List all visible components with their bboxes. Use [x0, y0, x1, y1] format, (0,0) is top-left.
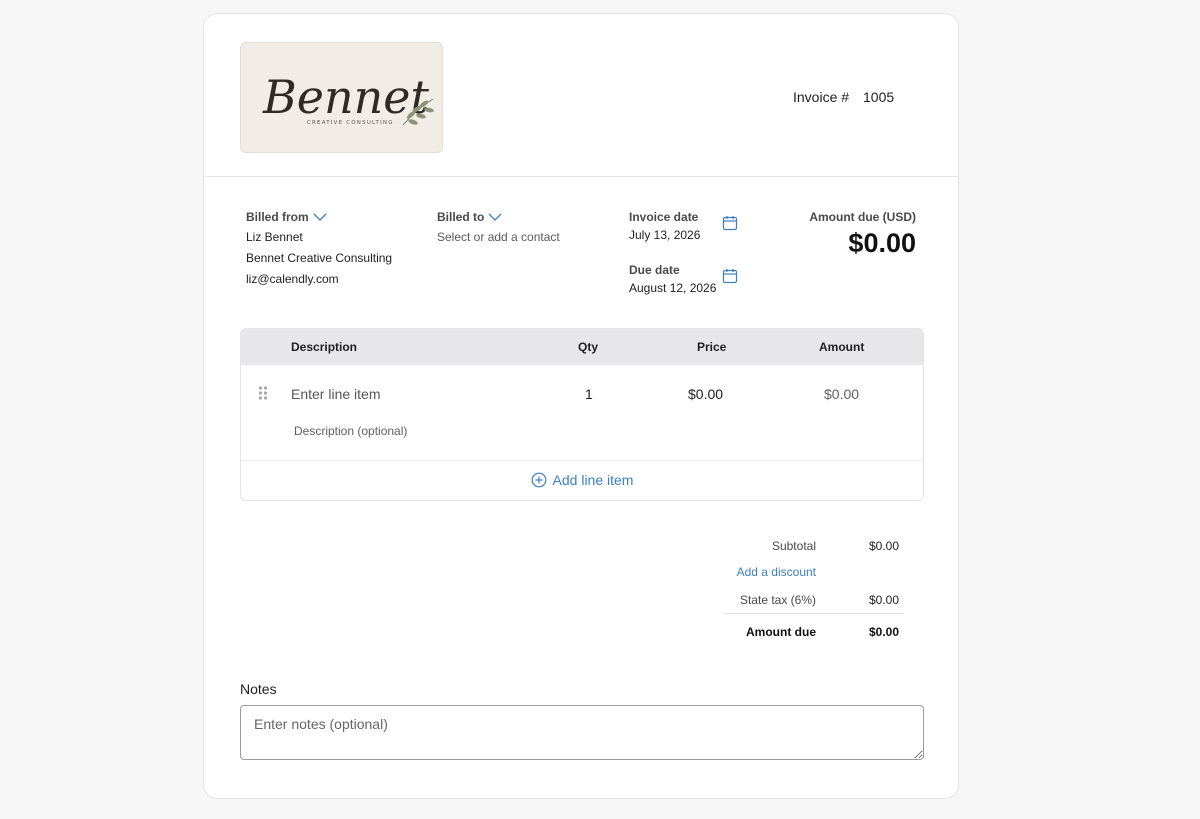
line-item-description-input[interactable]: Enter line item: [291, 386, 380, 402]
discount-row: Add a discount: [204, 565, 958, 585]
subtotal-value: $0.00: [868, 539, 899, 553]
amount-due-total-value: $0.00: [868, 625, 899, 639]
column-header-qty: Qty: [578, 340, 599, 354]
amount-due-label: Amount due (USD): [809, 210, 916, 224]
add-discount-link[interactable]: Add a discount: [737, 565, 816, 579]
tax-label: State tax (6%): [739, 593, 816, 607]
logo-wordmark: Bennet: [262, 70, 430, 124]
notes-textarea[interactable]: [240, 705, 924, 760]
billed-from-section: Billed from Liz Bennet Bennet Creative C…: [246, 210, 392, 286]
billed-from-name: Liz Bennet: [246, 230, 303, 244]
column-header-amount: Amount: [819, 340, 865, 354]
invoice-number-label: Invoice #: [793, 89, 850, 105]
line-item-description-optional[interactable]: Description (optional): [294, 424, 407, 438]
add-line-item-button[interactable]: Add line item: [241, 460, 923, 500]
billed-from-email: liz@calendly.com: [246, 272, 339, 286]
notes-label: Notes: [240, 681, 277, 697]
line-items-table: Description Qty Price Amount Enter line …: [240, 328, 924, 501]
line-item-amount: $0.00: [824, 386, 860, 402]
due-date-field[interactable]: Due date August 12, 2026: [629, 263, 749, 295]
billed-to-dropdown[interactable]: Billed to: [437, 210, 560, 224]
drag-handle-icon[interactable]: [258, 385, 268, 401]
billed-to-placeholder[interactable]: Select or add a contact: [437, 230, 560, 244]
billed-to-label: Billed to: [437, 210, 485, 224]
subtotal-label: Subtotal: [771, 539, 816, 553]
billed-from-company: Bennet Creative Consulting: [246, 251, 393, 265]
invoice-number-value[interactable]: 1005: [863, 89, 894, 105]
calendar-icon[interactable]: [722, 268, 738, 284]
amount-due-value: $0.00: [848, 228, 916, 258]
invoice-date-field[interactable]: Invoice date July 13, 2026: [629, 210, 749, 242]
tax-row: State tax (6%) $0.00: [204, 593, 958, 613]
tax-value: $0.00: [868, 593, 899, 607]
chevron-down-icon: [313, 213, 327, 221]
line-item-qty[interactable]: 1: [585, 386, 593, 402]
line-items-header: Description Qty Price Amount: [241, 329, 923, 365]
company-logo[interactable]: Bennet CREATIVE CONSULTING: [240, 42, 443, 153]
line-item-row: Enter line item Description (optional) 1…: [241, 365, 923, 461]
subtotal-row: Subtotal $0.00: [204, 539, 958, 559]
column-header-description: Description: [291, 340, 358, 354]
logo-artwork: Bennet CREATIVE CONSULTING: [262, 70, 434, 126]
line-item-price[interactable]: $0.00: [688, 386, 723, 402]
billed-to-section: Billed to Select or add a contact: [437, 210, 560, 244]
dates-section: Invoice date July 13, 2026 Due date Augu…: [629, 210, 749, 295]
add-line-item-label: Add line item: [552, 472, 634, 488]
chevron-down-icon: [488, 213, 502, 221]
invoice-card: Bennet CREATIVE CONSULTING Invoice # 100…: [203, 13, 959, 799]
amount-due-summary: Amount due (USD) $0.00: [809, 210, 916, 259]
amount-due-row: Amount due $0.00: [204, 625, 958, 645]
calendar-icon[interactable]: [722, 215, 738, 231]
plus-circle-icon: [531, 472, 546, 488]
amount-due-total-label: Amount due: [746, 625, 816, 639]
billed-from-label: Billed from: [246, 210, 309, 224]
totals-divider: [724, 613, 904, 614]
column-header-price: Price: [697, 340, 727, 354]
billed-from-dropdown[interactable]: Billed from: [246, 210, 392, 224]
logo-tagline: CREATIVE CONSULTING: [307, 120, 394, 126]
invoice-header: Bennet CREATIVE CONSULTING Invoice # 100…: [204, 14, 958, 177]
